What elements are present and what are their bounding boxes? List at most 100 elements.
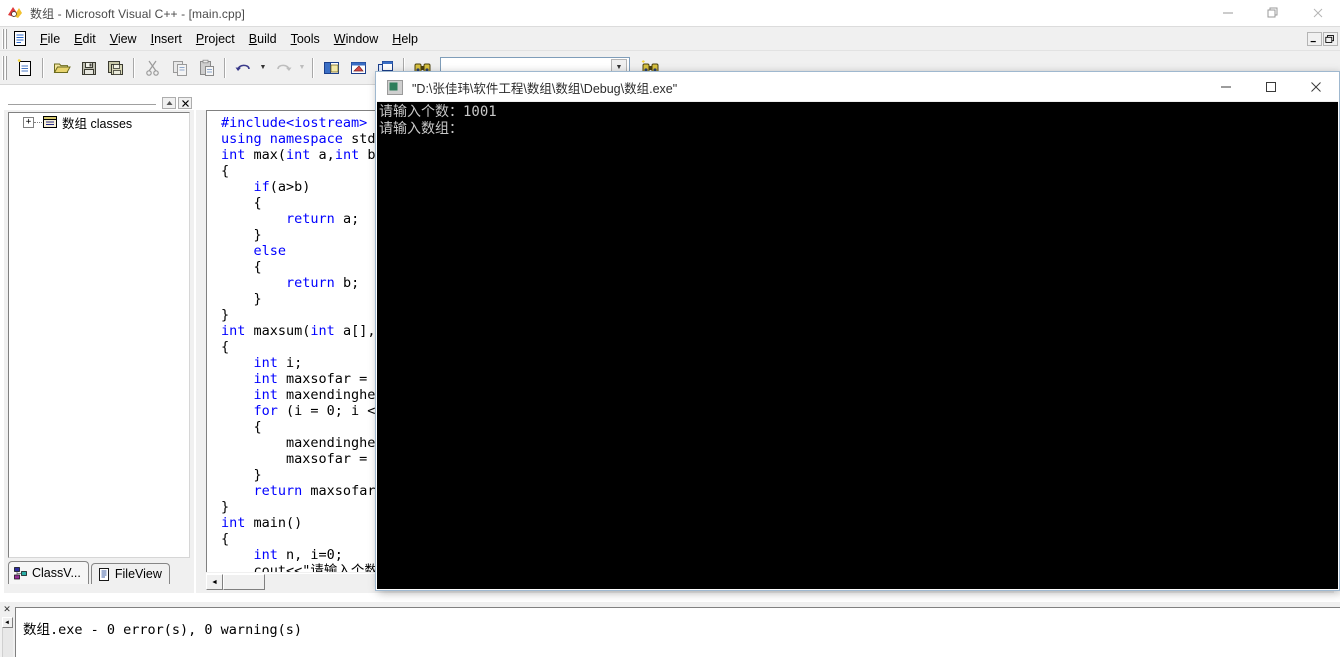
- paste-icon: [199, 59, 214, 76]
- undo-button[interactable]: [231, 56, 256, 80]
- menu-item-view[interactable]: View: [103, 29, 144, 49]
- window-minimize-button[interactable]: [1205, 0, 1250, 27]
- mdi-minimize-button[interactable]: [1307, 31, 1322, 46]
- vc6-application-window: 数组 - Microsoft Visual C++ - [main.cpp] F…: [0, 0, 1340, 657]
- scroll-thumb[interactable]: [223, 574, 265, 590]
- restore-icon: [1267, 7, 1277, 18]
- new-file-button[interactable]: [12, 56, 37, 80]
- menu-accel: P: [195, 31, 205, 46]
- paste-button[interactable]: [194, 56, 219, 80]
- save-all-icon: [107, 60, 123, 75]
- console-window-controls: [1203, 73, 1338, 102]
- redo-button[interactable]: [270, 56, 295, 80]
- save-button[interactable]: [76, 56, 101, 80]
- open-file-button[interactable]: [49, 56, 74, 80]
- workspace-window-icon: [323, 61, 339, 74]
- console-window-title: "D:\张佳玮\软件工程\数组\数组\Debug\数组.exe": [412, 81, 678, 96]
- open-folder-icon: [53, 63, 71, 73]
- cut-button[interactable]: [140, 56, 165, 80]
- menu-accel: W: [333, 31, 346, 46]
- toolbar-separator: [224, 57, 226, 78]
- menu-item-window[interactable]: Window: [327, 29, 385, 49]
- output-splitter[interactable]: [0, 601, 1340, 606]
- menu-item-help[interactable]: Help: [385, 29, 425, 49]
- output-pane: ✕ ◄ 数组.exe - 0 error(s), 0 warning(s): [0, 601, 1340, 657]
- menu-item-file[interactable]: File: [33, 29, 67, 49]
- close-icon: [181, 99, 189, 107]
- build-output-text: 数组.exe - 0 error(s), 0 warning(s): [15, 607, 1340, 657]
- close-icon: [1313, 8, 1322, 18]
- floppy-disk-icon: [81, 61, 96, 75]
- workspace-collapse-button[interactable]: [162, 97, 176, 109]
- mdi-restore-button[interactable]: [1323, 31, 1338, 46]
- undo-dropdown-arrow[interactable]: ▼: [257, 56, 269, 80]
- menu-item-insert[interactable]: Insert: [144, 29, 189, 49]
- main-window-title: 数组 - Microsoft Visual C++ - [main.cpp]: [30, 6, 245, 21]
- menu-accel: V: [109, 31, 118, 46]
- workspace-tab-strip: ClassV... FileView: [8, 560, 172, 584]
- tab-label: ClassV...: [32, 566, 81, 580]
- undo-arrow-icon: [235, 64, 250, 71]
- menu-accel: H: [392, 31, 402, 46]
- workspace-panel-header: [4, 96, 194, 110]
- workspace-button[interactable]: [319, 56, 344, 80]
- fileview-icon: [97, 567, 111, 581]
- toolbar-separator: [133, 57, 135, 78]
- scissors-icon: [145, 60, 159, 76]
- console-close-button[interactable]: [1293, 73, 1338, 102]
- class-folder-icon: [42, 115, 59, 129]
- redo-dropdown-arrow[interactable]: ▼: [296, 56, 308, 80]
- console-minimize-button[interactable]: [1203, 73, 1248, 102]
- main-title-bar: 数组 - Microsoft Visual C++ - [main.cpp]: [0, 0, 1340, 27]
- save-all-button[interactable]: [103, 56, 128, 80]
- output-pane-controls: ✕ ◄: [1, 606, 13, 657]
- redo-arrow-icon: [276, 64, 291, 71]
- tab-class-view[interactable]: ClassV...: [8, 561, 89, 584]
- console-app-icon: [387, 79, 403, 95]
- mdi-child-controls: [1307, 31, 1340, 46]
- copy-button[interactable]: [167, 56, 192, 80]
- copy-icon: [172, 60, 187, 76]
- menubar-drag-grip[interactable]: [2, 28, 9, 49]
- output-button[interactable]: [346, 56, 371, 80]
- console-line: 请输入个数：1001: [379, 104, 497, 120]
- tree-item-classes[interactable]: + 数组 classes: [9, 113, 189, 131]
- toolbar-separator: [312, 57, 314, 78]
- window-restore-button[interactable]: [1250, 0, 1295, 27]
- class-view-tree[interactable]: + 数组 classes: [8, 112, 190, 558]
- menu-item-tools[interactable]: Tools: [284, 29, 327, 49]
- collapse-icon: [166, 101, 172, 105]
- tree-expander-icon[interactable]: +: [23, 116, 34, 128]
- close-icon: [1310, 82, 1321, 92]
- menu-item-build[interactable]: Build: [242, 29, 284, 49]
- output-scroll-up-button[interactable]: ◄: [1, 617, 13, 628]
- workspace-editor-splitter[interactable]: [196, 110, 204, 593]
- menu-accel: B: [248, 31, 258, 46]
- maximize-icon: [1265, 82, 1276, 92]
- workspace-close-button[interactable]: [178, 97, 192, 109]
- menu-accel: T: [290, 31, 297, 46]
- tab-file-view[interactable]: FileView: [90, 563, 170, 584]
- menu-accel: I: [150, 31, 155, 46]
- scroll-left-button[interactable]: ◄: [206, 574, 223, 590]
- document-icon: [12, 30, 29, 47]
- console-title-bar[interactable]: "D:\张佳玮\软件工程\数组\数组\Debug\数组.exe": [377, 73, 1338, 102]
- console-window[interactable]: "D:\张佳玮\软件工程\数组\数组\Debug\数组.exe" 请输入个数：1…: [376, 72, 1339, 590]
- new-document-icon: [17, 58, 31, 76]
- menu-item-edit[interactable]: Edit: [67, 29, 103, 49]
- tree-item-label: 数组 classes: [62, 116, 133, 131]
- tab-label: FileView: [114, 567, 162, 581]
- toolbar-drag-grip[interactable]: [2, 55, 9, 80]
- output-close-button[interactable]: ✕: [3, 606, 11, 617]
- vc-app-icon: [6, 4, 24, 22]
- workspace-docking-panel: + 数组 classes ClassV... FileView: [4, 97, 194, 593]
- window-close-button[interactable]: [1295, 0, 1340, 27]
- console-output-area[interactable]: 请输入个数：1001 请输入数组：: [377, 102, 1338, 589]
- console-line: 请输入数组：: [379, 121, 463, 137]
- panel-grip-lines: [8, 100, 156, 105]
- menu-item-project[interactable]: Project: [189, 29, 242, 49]
- console-maximize-button[interactable]: [1248, 73, 1293, 102]
- minimize-icon: [1222, 12, 1233, 14]
- output-scroll-track[interactable]: [1, 628, 13, 657]
- toolbar-separator: [42, 57, 44, 78]
